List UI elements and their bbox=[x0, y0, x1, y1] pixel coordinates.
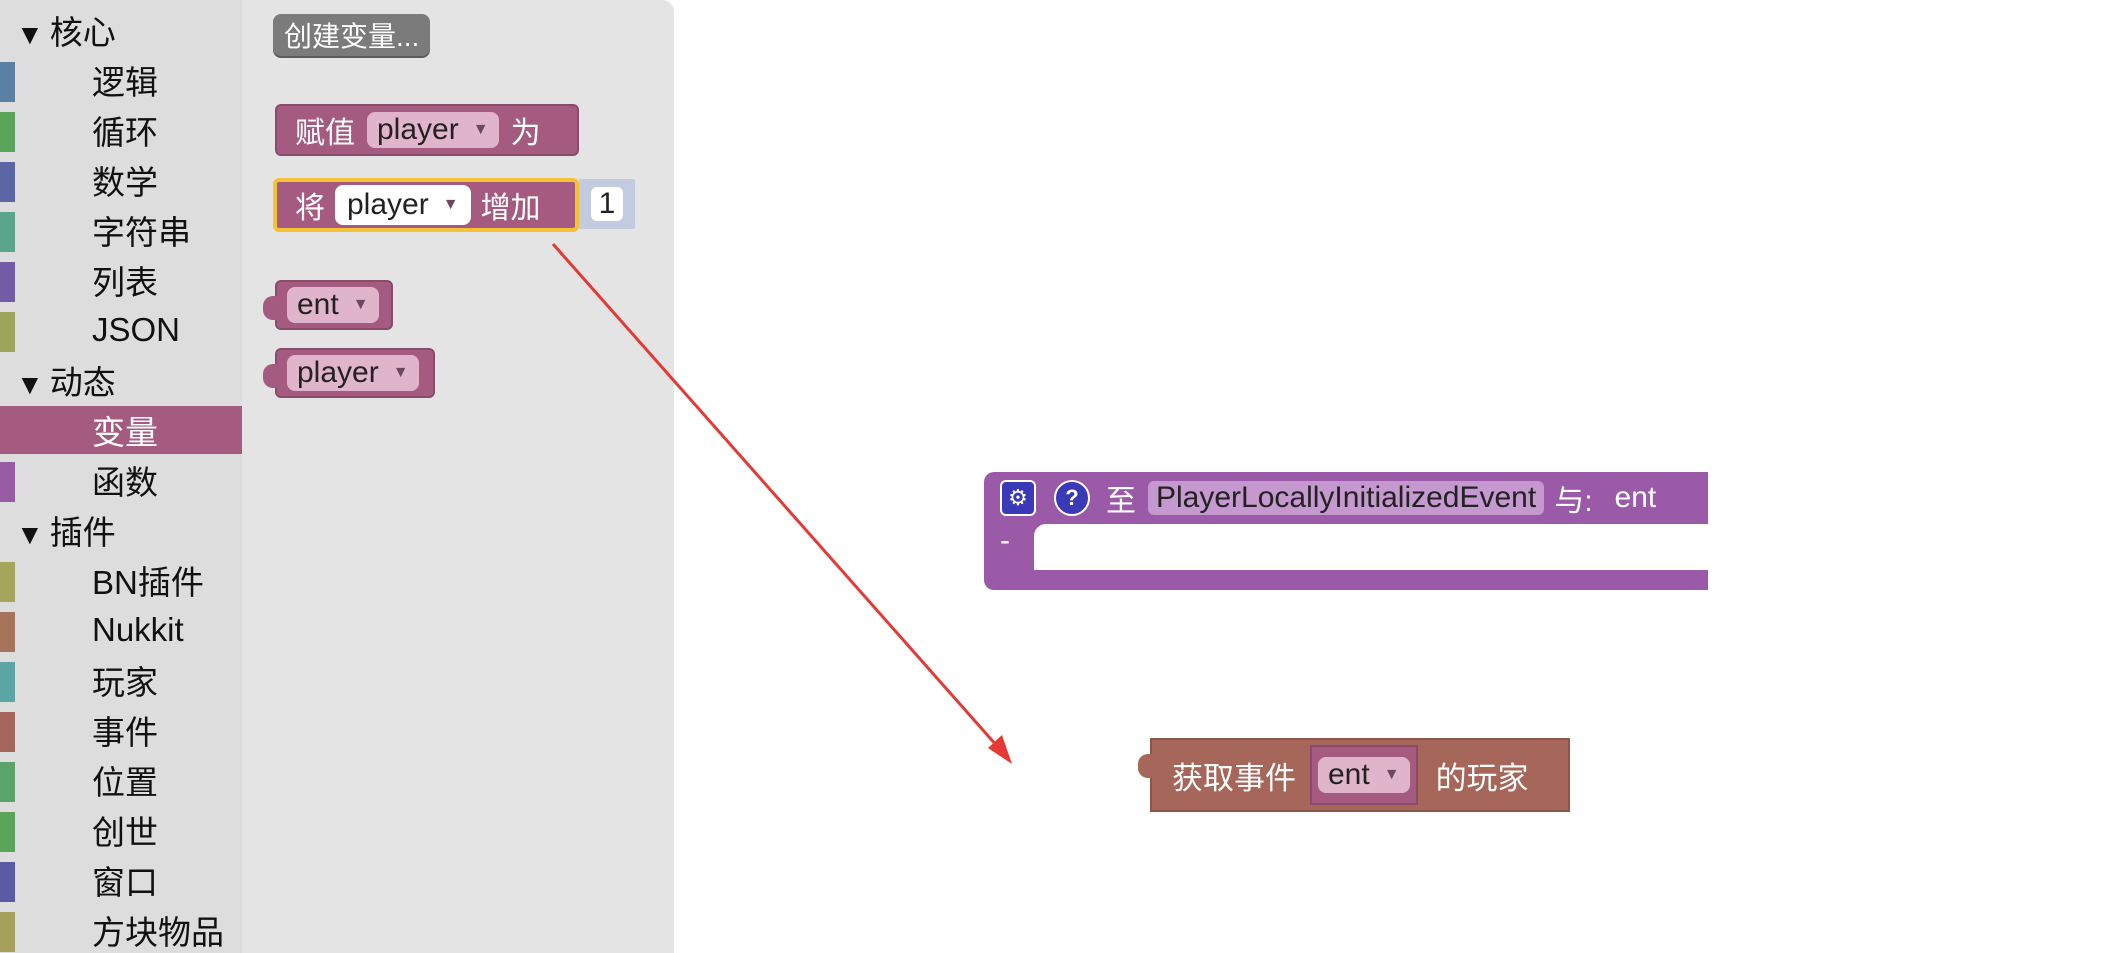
chevron-down-icon: ▼ bbox=[1383, 766, 1400, 783]
gear-icon[interactable]: ⚙ bbox=[1000, 480, 1036, 516]
event-handler-block[interactable]: ⚙ ? 至 PlayerLocallyInitializedEvent 与: e… bbox=[984, 472, 1708, 590]
event-name-dropdown[interactable]: PlayerLocallyInitializedEvent bbox=[1148, 481, 1545, 515]
help-icon[interactable]: ? bbox=[1054, 480, 1090, 516]
inner-ent-dropdown[interactable]: ent ▼ bbox=[1318, 757, 1410, 793]
event-header: ⚙ ? 至 PlayerLocallyInitializedEvent 与: e… bbox=[984, 472, 1708, 524]
inner-ent-name: ent bbox=[1328, 758, 1370, 791]
event-to-label: 至 bbox=[1106, 485, 1136, 518]
inner-ent-variable-block[interactable]: ent ▼ bbox=[1310, 745, 1418, 805]
get-player-prefix: 获取事件 bbox=[1172, 760, 1296, 796]
event-param[interactable]: ent bbox=[1615, 481, 1657, 515]
block-connector bbox=[1138, 754, 1152, 778]
event-minus: - bbox=[1000, 524, 1010, 557]
event-statement-slot[interactable] bbox=[1034, 524, 1708, 570]
event-with-label: 与: bbox=[1554, 485, 1593, 518]
get-event-player-block[interactable]: 获取事件 ent ▼ 的玩家 bbox=[1138, 738, 1570, 812]
get-player-suffix: 的玩家 bbox=[1435, 760, 1529, 796]
